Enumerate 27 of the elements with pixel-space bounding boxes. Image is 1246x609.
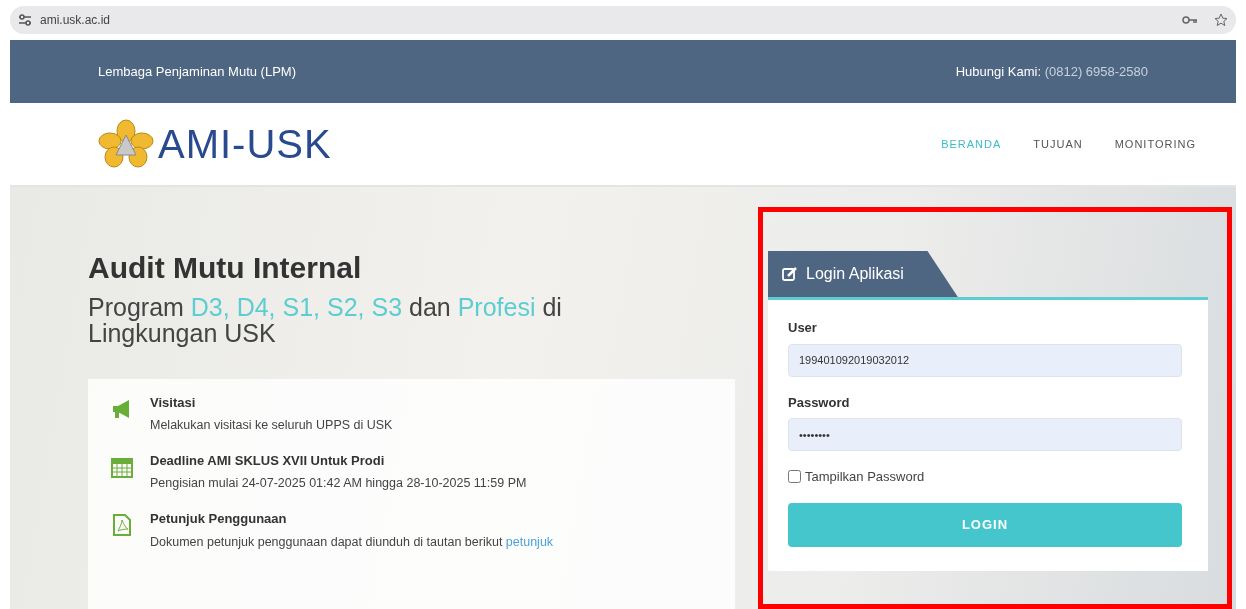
field-label: Password [788, 393, 851, 412]
url-text[interactable]: ami.usk.ac.id [40, 11, 111, 29]
info-title: Petunjuk Penggunaan [150, 510, 288, 528]
hero-subtitle: Program D3, D4, S1, S2, S3 dan Profesi di Lingkungan USK [88, 294, 563, 347]
show-password-checkbox[interactable] [788, 470, 801, 484]
contact-info: Hubungi Kami: (0812) 6958-2580 [955, 62, 1148, 81]
edit-icon [782, 266, 798, 282]
info-title: Visitasi [150, 393, 197, 412]
key-icon[interactable] [1182, 15, 1198, 25]
password-input-field[interactable]: •••••••• [788, 418, 1182, 451]
nav-link[interactable]: TUJUAN [1033, 131, 1083, 157]
logo-text[interactable]: AMI-USK [158, 114, 332, 174]
info-title: Deadline AMI SKLUS XVII Untuk Prodi [150, 451, 386, 470]
user-input-field[interactable]: 199401092019032012 [788, 343, 1182, 377]
pdf-document-icon [110, 513, 134, 537]
info-text: Pengisian mulai 24-07-2025 01:42 AM hingga 28-10-2025 11:59 PM [150, 475, 527, 493]
field-label: User [788, 319, 818, 337]
star-icon[interactable] [1214, 13, 1228, 27]
logo-icon [98, 119, 154, 169]
login-tab[interactable]: Login Aplikasi [768, 251, 958, 297]
info-text: Melakukan visitasi ke seluruh UPPS di USK [150, 417, 393, 434]
info-text: Dokumen petunjuk penggunaan dapat diunduh di tautan berikut petunjuk [150, 533, 554, 551]
organization-name: Lembaga Penjaminan Mutu (LPM) [98, 62, 296, 81]
hero-title: Audit Mutu Internal [88, 250, 362, 286]
nav-link[interactable]: MONITORING [1114, 131, 1196, 157]
checkbox-label: Tampilkan Password [805, 468, 925, 486]
site-info-icon[interactable] [18, 14, 32, 26]
